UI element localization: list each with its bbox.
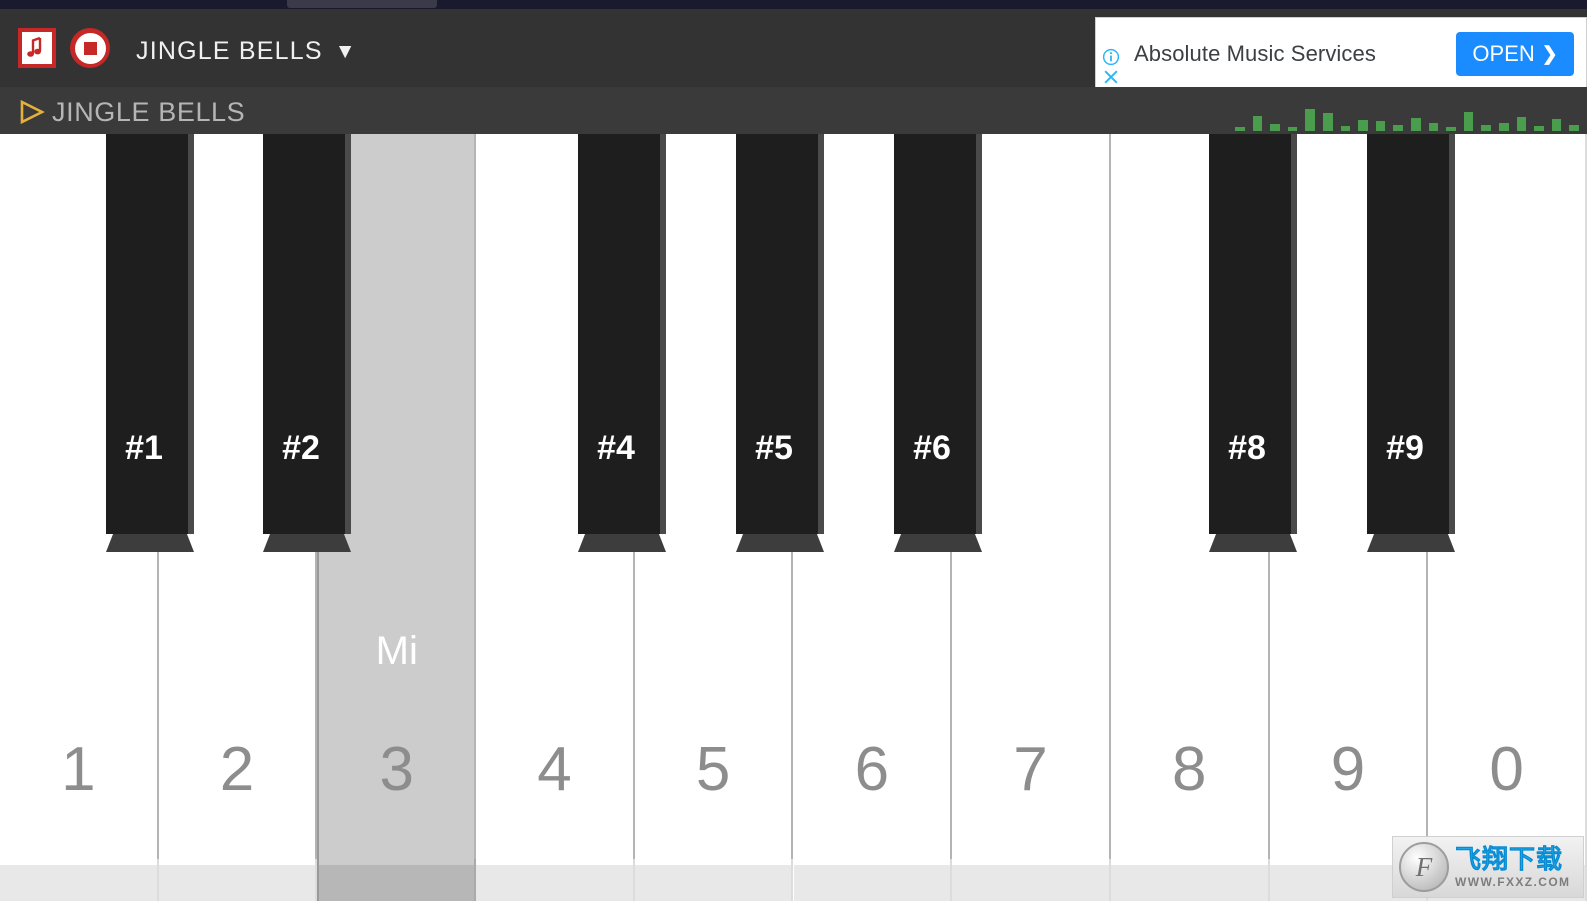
app-header: JINGLE BELLS ▼ Absolute Music Services O… bbox=[0, 9, 1587, 89]
black-key-foot bbox=[1209, 534, 1297, 552]
note-bar bbox=[1481, 125, 1491, 131]
black-key-label: #1 bbox=[125, 429, 163, 467]
black-key-label: #4 bbox=[597, 429, 635, 467]
play-triangle-icon[interactable] bbox=[19, 100, 45, 124]
white-key-number-label: 1 bbox=[61, 735, 96, 804]
chevron-down-icon[interactable]: ▼ bbox=[335, 41, 357, 62]
close-x-icon[interactable] bbox=[1102, 68, 1120, 86]
note-bar bbox=[1569, 125, 1579, 131]
record-stop-icon[interactable] bbox=[70, 28, 110, 68]
note-bar bbox=[1270, 124, 1280, 131]
white-key-lip bbox=[158, 865, 316, 901]
note-bar bbox=[1463, 112, 1474, 131]
song-selector[interactable]: JINGLE BELLS ▼ bbox=[136, 37, 357, 66]
note-bar bbox=[1551, 119, 1562, 131]
white-key-note-label: Mi bbox=[375, 629, 418, 673]
note-bar bbox=[1428, 123, 1439, 131]
black-key-foot bbox=[1367, 534, 1455, 552]
white-key-lip bbox=[634, 865, 792, 901]
black-key-sharp5[interactable]: #5 bbox=[736, 134, 824, 552]
black-key-label: #5 bbox=[755, 429, 793, 467]
music-note-book-icon[interactable] bbox=[18, 28, 56, 68]
white-key-number-label: 3 bbox=[379, 735, 414, 804]
note-bar bbox=[1446, 127, 1456, 131]
header-icon-group bbox=[18, 28, 110, 68]
white-key-lip bbox=[952, 865, 1109, 901]
black-key-foot bbox=[106, 534, 194, 552]
black-key-label: #9 bbox=[1386, 429, 1424, 467]
chevron-right-icon: ❯ bbox=[1541, 43, 1558, 65]
note-bar bbox=[1322, 113, 1333, 131]
info-circle-icon[interactable] bbox=[1102, 48, 1120, 66]
black-key-sharp6[interactable]: #6 bbox=[894, 134, 982, 552]
white-key-number-label: 0 bbox=[1489, 735, 1524, 804]
record-square bbox=[83, 41, 97, 55]
black-key-sharp4[interactable]: #4 bbox=[578, 134, 666, 552]
note-bar bbox=[1393, 125, 1403, 131]
note-bar bbox=[1305, 109, 1315, 131]
white-key-lip bbox=[0, 865, 157, 901]
black-key-foot bbox=[736, 534, 824, 552]
note-bar bbox=[1375, 121, 1386, 131]
status-strip-notch bbox=[287, 0, 437, 8]
black-key-label: #2 bbox=[282, 429, 320, 467]
note-bar bbox=[1235, 127, 1245, 131]
white-key-number-label: 6 bbox=[854, 735, 890, 804]
track-title: JINGLE BELLS bbox=[52, 97, 246, 127]
record-ring bbox=[74, 32, 106, 64]
note-bar bbox=[1410, 118, 1421, 131]
white-key-lip bbox=[1110, 865, 1268, 901]
status-strip bbox=[0, 0, 1587, 9]
white-key-lip bbox=[793, 865, 951, 901]
ad-open-label: OPEN bbox=[1472, 41, 1535, 66]
song-selector-label: JINGLE BELLS bbox=[136, 37, 323, 65]
note-bar bbox=[1516, 117, 1527, 131]
white-key-number-label: 7 bbox=[1013, 735, 1048, 804]
ad-badge-group bbox=[1102, 48, 1124, 86]
white-key-lip bbox=[476, 865, 633, 901]
watermark-logo-icon: F bbox=[1399, 842, 1449, 892]
white-key-number-label: 8 bbox=[1171, 735, 1207, 804]
black-key-label: #8 bbox=[1228, 429, 1266, 467]
site-watermark: F 飞翔下载 WWW.FXXZ.COM bbox=[1392, 836, 1584, 898]
piano-keyboard: 1 2 Mi 3 4 5 6 7 8 9 0 #1 #2 #4 #5 #6 #8 #9 bbox=[0, 134, 1587, 901]
note-sequence-visualizer bbox=[1235, 101, 1587, 131]
black-key-sharp9[interactable]: #9 bbox=[1367, 134, 1455, 552]
black-key-sharp8[interactable]: #8 bbox=[1209, 134, 1297, 552]
note-bar bbox=[1358, 120, 1368, 131]
white-key-number-label: 4 bbox=[537, 735, 572, 804]
white-key-number-label: 5 bbox=[695, 735, 731, 804]
note-bar bbox=[1534, 126, 1544, 131]
ad-open-button[interactable]: OPEN ❯ bbox=[1456, 32, 1574, 76]
white-key-lip bbox=[319, 865, 475, 901]
black-key-foot bbox=[894, 534, 982, 552]
black-key-foot bbox=[263, 534, 351, 552]
note-bar bbox=[1340, 126, 1351, 131]
ad-headline: Absolute Music Services bbox=[1134, 41, 1376, 66]
ad-banner[interactable]: Absolute Music Services OPEN ❯ bbox=[1095, 17, 1587, 89]
piano-app-window: JINGLE BELLS ▼ Absolute Music Services O… bbox=[0, 0, 1587, 901]
black-key-sharp1[interactable]: #1 bbox=[106, 134, 194, 552]
track-bar: JINGLE BELLS bbox=[0, 87, 1587, 134]
note-bar bbox=[1287, 127, 1298, 131]
note-bar bbox=[1498, 123, 1509, 131]
note-bar bbox=[1252, 116, 1263, 131]
black-key-label: #6 bbox=[913, 429, 951, 467]
black-key-foot bbox=[578, 534, 666, 552]
white-key-number-label: 2 bbox=[219, 735, 255, 804]
watermark-text-group: 飞翔下载 WWW.FXXZ.COM bbox=[1455, 846, 1570, 888]
watermark-url: WWW.FXXZ.COM bbox=[1455, 875, 1571, 889]
watermark-name: 飞翔下载 bbox=[1455, 844, 1564, 874]
white-key-number-label: 9 bbox=[1330, 735, 1366, 804]
black-key-sharp2[interactable]: #2 bbox=[263, 134, 351, 552]
